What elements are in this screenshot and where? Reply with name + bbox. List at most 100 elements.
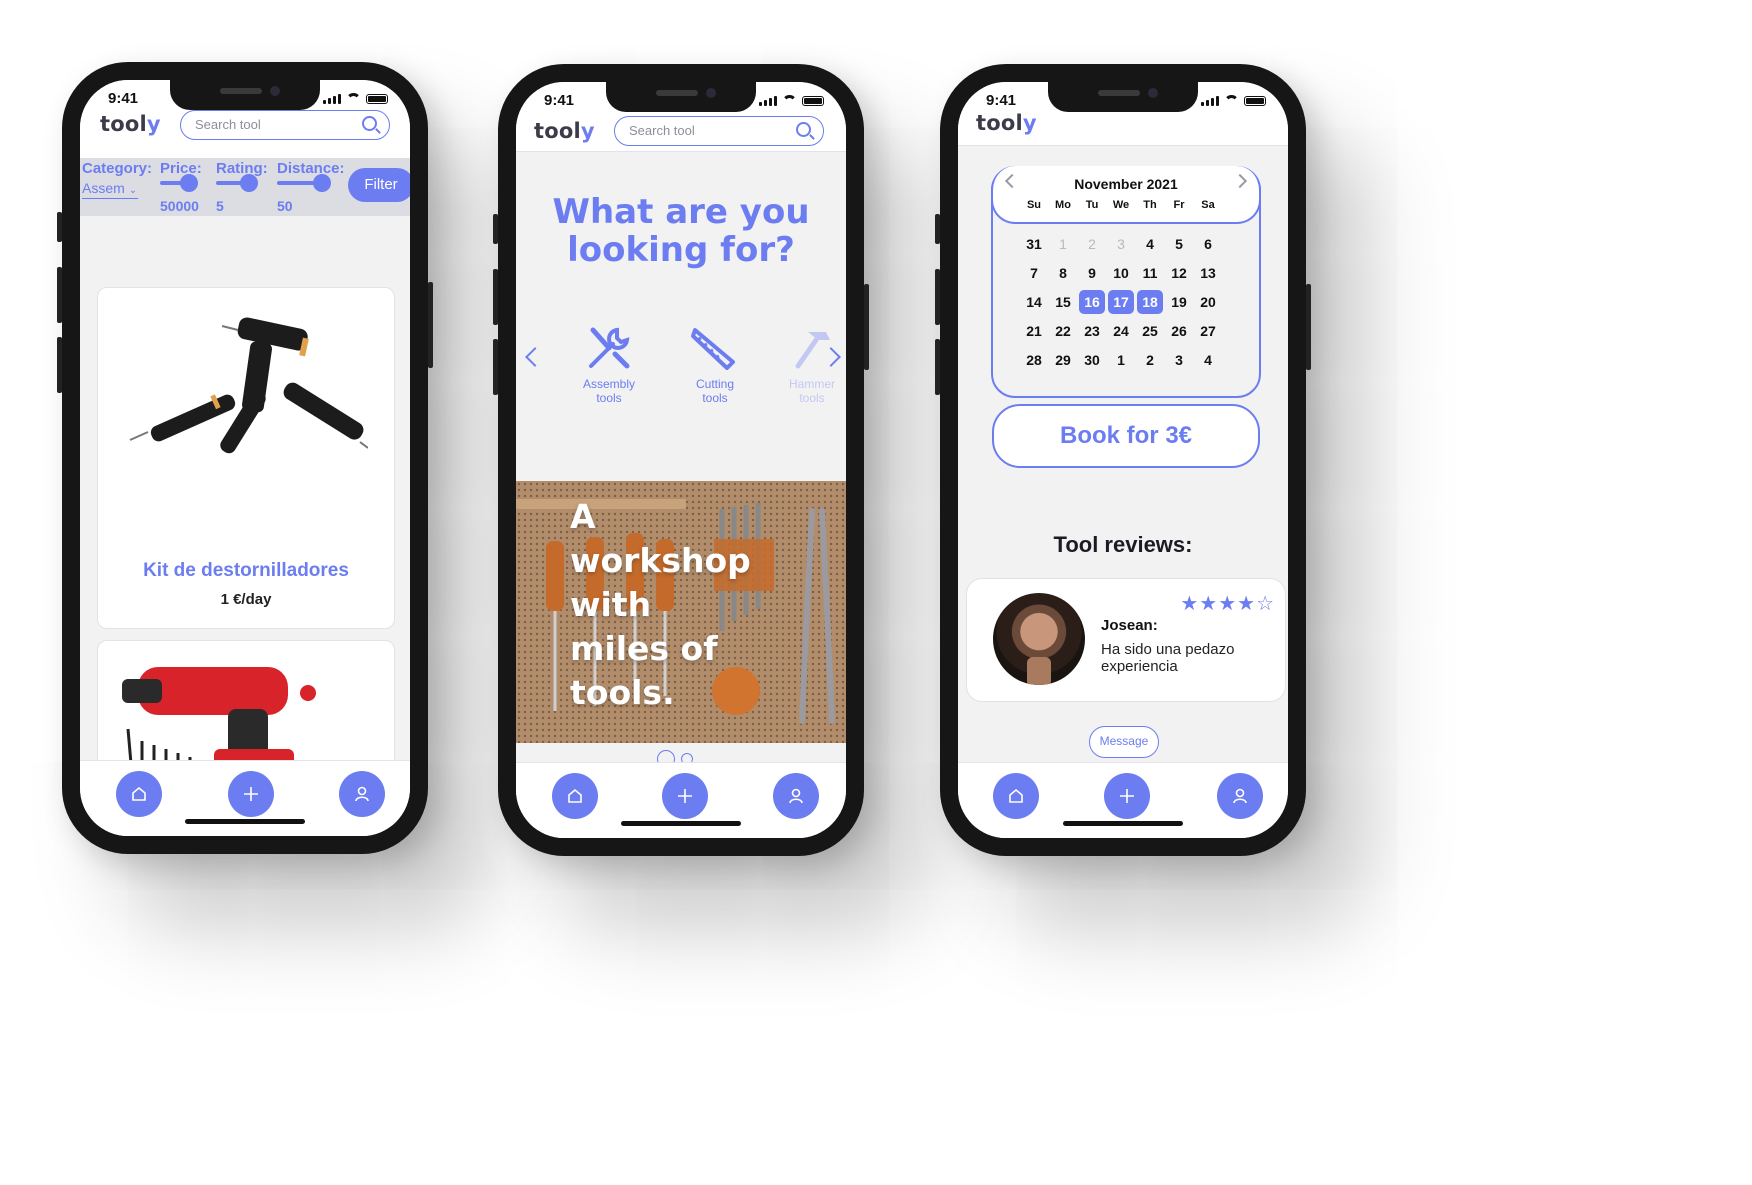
battery-icon (802, 96, 824, 106)
category-cutting[interactable]: Cutting tools (670, 322, 760, 405)
review-text: Ha sido una pedazo experiencia (1101, 641, 1235, 675)
wifi-icon (346, 93, 361, 104)
calendar-day[interactable]: 25 (1137, 319, 1163, 343)
plus-icon (1120, 789, 1134, 803)
slider-handle[interactable] (313, 174, 331, 192)
search-placeholder: Search tool (195, 117, 261, 132)
screen: 9:41 tooly November 2021 Su Mo Tu We Th Fr Sa … (958, 82, 1288, 838)
calendar-day[interactable]: 7 (1021, 261, 1047, 285)
review-card: ★★★★☆ Josean: Ha sido una pedazo experie… (966, 578, 1286, 702)
battery-icon (366, 94, 388, 104)
calendar-day[interactable]: 27 (1195, 319, 1221, 343)
calendar-day[interactable]: 19 (1166, 290, 1192, 314)
slider-handle[interactable] (180, 174, 198, 192)
calendar-day[interactable]: 5 (1166, 232, 1192, 256)
home-button[interactable] (993, 773, 1039, 819)
app-logo[interactable]: tooly (100, 112, 161, 136)
signal-icon (323, 94, 341, 104)
price-value: 50000 (160, 198, 199, 214)
calendar-day[interactable]: 26 (1166, 319, 1192, 343)
message-button[interactable]: Message (1089, 726, 1159, 758)
calendar-day[interactable]: 20 (1195, 290, 1221, 314)
calendar-day[interactable]: 4 (1137, 232, 1163, 256)
calendar-day[interactable]: 28 (1021, 348, 1047, 372)
wifi-icon (782, 95, 797, 106)
calendar-day[interactable]: 11 (1137, 261, 1163, 285)
weekday-label: We (1112, 199, 1130, 211)
listing-card[interactable]: Kit de destornilladores 1 €/day (97, 287, 395, 629)
weekday-label: Tu (1085, 199, 1099, 211)
plus-icon (678, 789, 692, 803)
calendar-day[interactable]: 23 (1079, 319, 1105, 343)
calendar-day[interactable]: 24 (1108, 319, 1134, 343)
calendar-day[interactable]: 14 (1021, 290, 1047, 314)
status-time: 9:41 (544, 92, 575, 109)
calendar-day-selected[interactable]: 16 (1079, 290, 1105, 314)
home-indicator (185, 819, 305, 824)
category-label: Assembly (582, 377, 635, 391)
search-input[interactable]: Search tool (614, 116, 824, 146)
category-select[interactable]: Assem ⌄ (82, 180, 138, 199)
calendar-day[interactable]: 9 (1079, 261, 1105, 285)
calendar-day[interactable]: 15 (1050, 290, 1076, 314)
app-logo[interactable]: tooly (534, 119, 595, 143)
screen: 9:41 tooly Search tool What are you look… (516, 82, 846, 838)
rating-stars: ★★★★☆ (1180, 591, 1275, 616)
status-icons (1201, 95, 1266, 106)
promo-banner[interactable]: A workshop with miles of tools. (516, 481, 846, 743)
book-button[interactable]: Book for 3€ (992, 404, 1260, 468)
wrench-screwdriver-icon (589, 327, 630, 369)
search-icon[interactable] (362, 116, 377, 131)
star-empty-icon: ☆ (1256, 593, 1275, 615)
calendar-day[interactable]: 22 (1050, 319, 1076, 343)
calendar-day[interactable]: 6 (1195, 232, 1221, 256)
calendar-day[interactable]: 13 (1195, 261, 1221, 285)
calendar-day[interactable]: 8 (1050, 261, 1076, 285)
profile-button[interactable] (339, 771, 385, 817)
filter-button[interactable]: Filter (348, 168, 410, 202)
home-icon (1009, 788, 1023, 803)
add-button[interactable] (662, 773, 708, 819)
category-assembly[interactable]: Assembly tools (564, 322, 654, 405)
signal-icon (1201, 96, 1219, 106)
calendar-day[interactable]: 1 (1050, 232, 1076, 256)
calendar-day-selected[interactable]: 17 (1108, 290, 1134, 314)
add-button[interactable] (228, 771, 274, 817)
app-logo[interactable]: tooly (976, 111, 1037, 135)
category-label: Cutting (695, 377, 735, 391)
user-icon (355, 786, 369, 802)
calendar-day[interactable]: 30 (1079, 348, 1105, 372)
rating-slider[interactable] (216, 174, 258, 192)
calendar-day[interactable]: 1 (1108, 348, 1134, 372)
calendar-day[interactable]: 12 (1166, 261, 1192, 285)
listing-title[interactable]: Kit de destornilladores (98, 560, 394, 582)
calendar-day[interactable]: 31 (1021, 232, 1047, 256)
calendar-day[interactable]: 3 (1166, 348, 1192, 372)
phone-home-categories: 9:41 tooly Search tool What are you look… (493, 64, 869, 856)
search-icon[interactable] (796, 122, 811, 137)
carousel-prev-button[interactable] (525, 347, 545, 367)
calendar-day[interactable]: 21 (1021, 319, 1047, 343)
avatar[interactable] (993, 593, 1085, 685)
search-input[interactable]: Search tool (180, 110, 390, 140)
weekday-label: Sa (1201, 199, 1215, 211)
calendar-day[interactable]: 29 (1050, 348, 1076, 372)
price-slider[interactable] (160, 174, 198, 192)
profile-button[interactable] (773, 773, 819, 819)
calendar-day-selected[interactable]: 18 (1137, 290, 1163, 314)
profile-button[interactable] (1217, 773, 1263, 819)
add-button[interactable] (1104, 773, 1150, 819)
headline-line2: looking for? (567, 230, 795, 270)
calendar-day[interactable]: 4 (1195, 348, 1221, 372)
calendar-header: November 2021 Su Mo Tu We Th Fr Sa (991, 166, 1261, 224)
calendar-day[interactable]: 2 (1079, 232, 1105, 256)
distance-slider[interactable] (277, 174, 331, 192)
calendar-day[interactable]: 3 (1108, 232, 1134, 256)
home-button[interactable] (116, 771, 162, 817)
home-button[interactable] (552, 773, 598, 819)
price-label: Price: (160, 160, 202, 177)
user-icon (789, 788, 803, 804)
slider-handle[interactable] (240, 174, 258, 192)
calendar-day[interactable]: 10 (1108, 261, 1134, 285)
calendar-day[interactable]: 2 (1137, 348, 1163, 372)
